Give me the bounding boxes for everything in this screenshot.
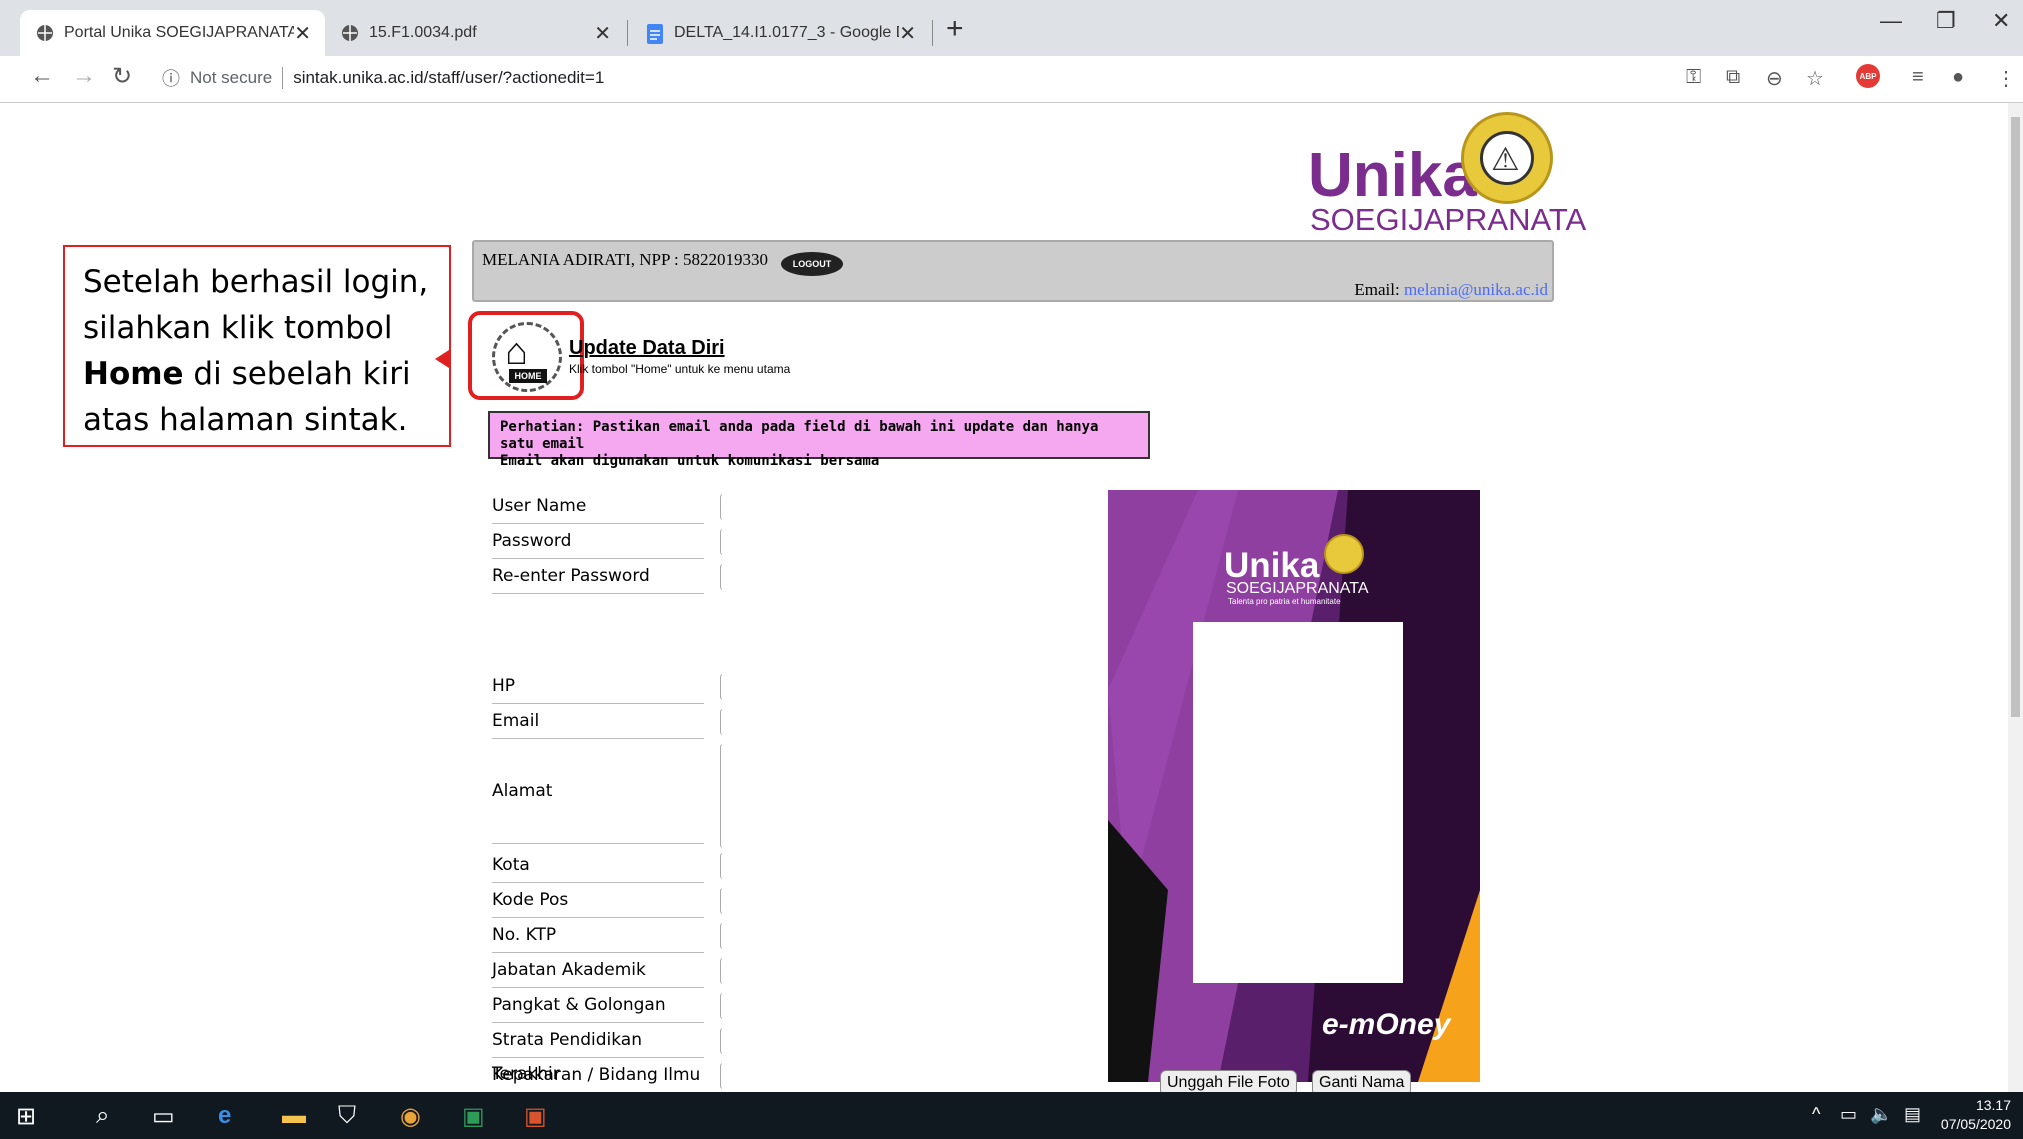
logout-button[interactable]: LOGOUT <box>781 252 843 276</box>
profile-photo <box>1193 622 1403 983</box>
user-identity: MELANIA ADIRATI, NPP : 5822019330 <box>482 250 769 269</box>
chrome-icon[interactable]: ◉ <box>400 1102 421 1131</box>
new-tab-icon[interactable]: + <box>946 12 964 46</box>
reload-icon[interactable]: ↻ <box>112 62 132 91</box>
email-label: Email: <box>1354 280 1400 299</box>
page-title[interactable]: Update Data Diri <box>569 337 725 360</box>
address-divider <box>282 67 284 89</box>
security-label: Not secure <box>190 68 273 87</box>
field-label-password: Password <box>492 524 704 559</box>
close-tab-icon[interactable]: ✕ <box>294 21 311 46</box>
card-logo-sub: SOEGIJAPRANATA <box>1226 580 1369 597</box>
reading-list-icon[interactable]: ≡ <box>1912 66 1924 89</box>
callout-line: Setelah berhasil login, <box>83 264 429 300</box>
field-label-username: User Name <box>492 489 704 524</box>
tab-pdf[interactable]: 15.F1.0034.pdf ✕ <box>325 10 625 56</box>
tab-title: Portal Unika SOEGIJAPRANATA <box>64 24 295 41</box>
adblock-icon[interactable]: ABP <box>1856 64 1880 88</box>
clock-date: 07/05/2020 <box>1940 1116 2011 1132</box>
browser-toolbar: ← → ↻ ⓘ Not secure sintak.unika.ac.id/st… <box>0 56 2023 103</box>
tray-chevron-icon[interactable]: ^ <box>1812 1104 1820 1125</box>
unika-logo: Unika SOEGIJAPRANATA ⚠ <box>1308 110 1586 237</box>
callout-bold: Home <box>83 356 184 392</box>
url-text[interactable]: sintak.unika.ac.id/staff/user/?actionedi… <box>293 68 604 88</box>
redaction-panel <box>722 494 1100 1090</box>
tab-divider <box>932 20 933 46</box>
close-window-icon[interactable]: ✕ <box>1992 8 2010 34</box>
field-label-reenter-password: Re-enter Password <box>492 559 704 594</box>
page-subtitle: Klik tombol "Home" untuk ke menu utama <box>569 362 791 376</box>
tab-title: DELTA_14.I1.0177_3 - Google Doc <box>674 24 900 41</box>
callout-line: atas halaman sintak. <box>83 402 408 438</box>
user-email-line: Email: melania@unika.ac.id <box>1354 280 1548 300</box>
card-tagline: Talenta pro patria et humanitate <box>1228 597 1341 606</box>
email-notice: Perhatian: Pastikan email anda pada fiel… <box>488 411 1150 469</box>
tab-google-doc[interactable]: DELTA_14.I1.0177_3 - Google Doc ✕ <box>630 10 930 56</box>
callout-arrow <box>435 350 449 368</box>
field-label-kode-pos: Kode Pos <box>492 883 704 918</box>
close-tab-icon[interactable]: ✕ <box>899 21 916 46</box>
profile-icon[interactable]: ● <box>1952 66 1964 89</box>
task-view-icon[interactable]: ▭ <box>152 1102 175 1131</box>
notice-line: Perhatian: Pastikan email anda pada fiel… <box>500 419 1099 452</box>
store-icon[interactable]: ⛉ <box>338 1102 356 1130</box>
tab-divider <box>627 20 628 46</box>
google-docs-icon <box>646 24 664 44</box>
minimize-icon[interactable]: — <box>1880 8 1902 34</box>
notice-line: Email akan digunakan untuk komunikasi be… <box>500 453 880 469</box>
field-label-pangkat: Pangkat & Golongan <box>492 988 704 1023</box>
tab-portal-unika[interactable]: Portal Unika SOEGIJAPRANATA ✕ <box>20 10 325 56</box>
translate-icon[interactable]: ⧉ <box>1726 66 1740 89</box>
restore-icon[interactable]: ❐ <box>1936 8 1956 34</box>
globe-icon <box>341 24 359 42</box>
callout-line: Home di sebelah kiri <box>83 351 431 397</box>
emoney-brand: e-mOney <box>1322 1008 1451 1041</box>
card-seal-icon <box>1324 534 1364 574</box>
home-highlight-box <box>468 311 584 400</box>
field-label-email: Email <box>492 704 704 739</box>
edge-icon[interactable]: e <box>218 1102 231 1130</box>
scrollbar-thumb[interactable] <box>2011 117 2020 717</box>
windows-start-icon[interactable]: ⊞ <box>16 1102 36 1131</box>
logo-word: Unika <box>1308 141 1477 210</box>
powerpoint-icon[interactable]: ▣ <box>524 1102 547 1131</box>
excel-icon[interactable]: ▣ <box>462 1102 485 1131</box>
file-explorer-icon[interactable]: ▬ <box>282 1102 306 1130</box>
back-arrow-icon[interactable]: ← <box>30 62 54 90</box>
volume-icon[interactable]: 🔈 <box>1870 1104 1892 1125</box>
user-info-bar: MELANIA ADIRATI, NPP : 5822019330 LOGOUT… <box>472 240 1554 302</box>
instruction-callout: Setelah berhasil login, silahkan klik to… <box>63 245 451 447</box>
emoney-card: Unika SOEGIJAPRANATA Talenta pro patria … <box>1108 490 1480 1082</box>
field-label-alamat: Alamat <box>492 739 704 844</box>
tab-title: 15.F1.0034.pdf <box>369 24 477 41</box>
notification-icon[interactable]: ▤ <box>1904 1104 1921 1125</box>
university-seal-icon: ⚠ <box>1461 112 1553 204</box>
search-icon[interactable]: ⌕ <box>96 1102 109 1130</box>
user-email-link[interactable]: melania@unika.ac.id <box>1404 280 1548 299</box>
address-bar[interactable]: ⓘ Not secure sintak.unika.ac.id/staff/us… <box>150 60 1670 96</box>
field-label-jabatan: Jabatan Akademik <box>492 953 704 988</box>
callout-line-rest: di sebelah kiri <box>183 356 411 392</box>
field-label-kepakaran: Kepakaran / Bidang Ilmu <box>492 1058 704 1093</box>
bookmark-star-icon[interactable]: ☆ <box>1806 66 1824 91</box>
taskbar-clock[interactable]: 13.17 07/05/2020 <box>1941 1096 2011 1134</box>
clock-time: 13.17 <box>1975 1097 2011 1113</box>
logo-subtitle: SOEGIJAPRANATA <box>1310 202 1587 237</box>
browser-tab-strip: Portal Unika SOEGIJAPRANATA ✕ 15.F1.0034… <box>0 0 2023 56</box>
menu-kebab-icon[interactable]: ⋮ <box>1996 66 2016 91</box>
zoom-icon[interactable]: ⊖ <box>1766 66 1783 91</box>
field-label-hp: HP <box>492 669 704 704</box>
close-tab-icon[interactable]: ✕ <box>594 21 611 46</box>
windows-taskbar: ⊞ ⌕ ▭ e ▬ ⛉ ◉ ▣ ▣ ^ ▭ 🔈 ▤ 13.17 07/05/20… <box>0 1092 2023 1139</box>
page-scrollbar[interactable] <box>2008 103 2023 1093</box>
network-icon[interactable]: ▭ <box>1840 1104 1857 1125</box>
key-icon[interactable]: ⚿ <box>1686 66 1701 89</box>
field-label-ktp: No. KTP <box>492 918 704 953</box>
globe-icon <box>36 24 54 42</box>
callout-line: silahkan klik tombol <box>83 310 393 346</box>
field-label-kota: Kota <box>492 848 704 883</box>
info-icon[interactable]: ⓘ <box>162 65 180 91</box>
forward-arrow-icon[interactable]: → <box>72 62 96 90</box>
field-label-strata: Strata Pendidikan Terakhir <box>492 1023 704 1084</box>
